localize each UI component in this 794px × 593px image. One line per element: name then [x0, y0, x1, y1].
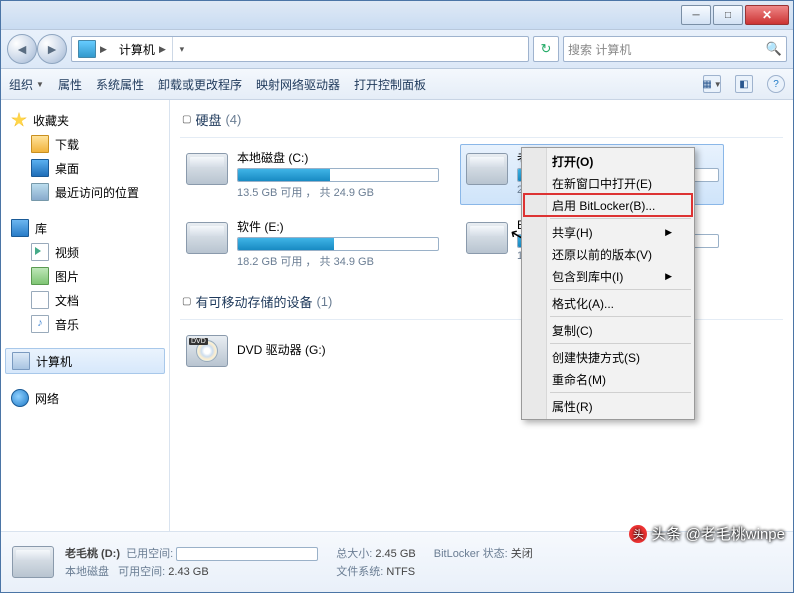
minimize-button[interactable]: ─ — [681, 5, 711, 25]
toolbar-organize[interactable]: 组织▼ — [9, 76, 44, 93]
details-title: 老毛桃 (D:) — [65, 548, 120, 560]
toolbar-control-panel[interactable]: 打开控制面板 — [354, 76, 426, 93]
collapse-icon: ▢ — [182, 296, 191, 307]
sidebar-desktop[interactable]: 桌面 — [1, 156, 169, 180]
sidebar-libraries[interactable]: 库 — [1, 216, 169, 240]
ctx-properties[interactable]: 属性(R) — [524, 395, 692, 417]
computer-icon — [12, 352, 30, 370]
document-icon — [31, 291, 49, 309]
close-button[interactable]: ✕ — [745, 5, 789, 25]
content-pane: ▢ 硬盘 (4) 本地磁盘 (C:) 13.5 GB 可用 ， 共 24.9 G… — [170, 100, 793, 531]
drive-label: 本地磁盘 (C:) — [237, 149, 439, 168]
search-icon: 🔍 — [766, 41, 782, 57]
drive-subtext: 18.2 GB 可用 ， 共 34.9 GB — [237, 253, 439, 269]
toolbar-properties[interactable]: 属性 — [58, 76, 82, 93]
refresh-button[interactable]: ↻ — [533, 36, 559, 62]
hdd-icon — [466, 222, 508, 254]
ctx-restore-versions[interactable]: 还原以前的版本(V) — [524, 243, 692, 265]
ctx-include-library[interactable]: 包含到库中(I)▶ — [524, 265, 692, 287]
help-button[interactable]: ? — [767, 75, 785, 93]
hdd-icon — [186, 153, 228, 185]
video-icon — [31, 243, 49, 261]
network-icon — [11, 389, 29, 407]
explorer-window: ─ □ ✕ ◄ ► ▶ 计算机▶ ▾ ↻ 搜索 计算机 🔍 组织▼ 属性 系统属… — [0, 0, 794, 593]
hdd-icon — [186, 222, 228, 254]
sidebar-computer[interactable]: 计算机 — [5, 348, 165, 374]
submenu-arrow-icon: ▶ — [665, 227, 672, 238]
hdd-icon — [12, 546, 54, 578]
ctx-copy[interactable]: 复制(C) — [524, 319, 692, 341]
group-hard-drives[interactable]: ▢ 硬盘 (4) — [180, 106, 783, 138]
details-pane: 老毛桃 (D:) 已用空间: 本地磁盘 可用空间: 2.43 GB 总大小: 2… — [1, 531, 793, 592]
view-options-button[interactable]: ▦▼ — [703, 75, 721, 93]
picture-icon — [31, 267, 49, 285]
sidebar-favorites[interactable]: 收藏夹 — [1, 108, 169, 132]
usage-bar — [237, 237, 439, 251]
drive-c[interactable]: 本地磁盘 (C:) 13.5 GB 可用 ， 共 24.9 GB — [180, 144, 444, 205]
search-placeholder: 搜索 计算机 — [568, 41, 631, 58]
sidebar-pictures[interactable]: 图片 — [1, 264, 169, 288]
toolbar: 组织▼ 属性 系统属性 卸载或更改程序 映射网络驱动器 打开控制面板 ▦▼ ◧ … — [1, 69, 793, 100]
sidebar-music[interactable]: ♪音乐 — [1, 312, 169, 336]
ctx-format[interactable]: 格式化(A)... — [524, 292, 692, 314]
collapse-icon: ▢ — [182, 114, 191, 125]
toolbar-sys-properties[interactable]: 系统属性 — [96, 76, 144, 93]
sidebar-network[interactable]: 网络 — [1, 386, 169, 410]
drive-subtext: 13.5 GB 可用 ， 共 24.9 GB — [237, 184, 439, 200]
sidebar-documents[interactable]: 文档 — [1, 288, 169, 312]
context-menu: 打开(O) 在新窗口中打开(E) 启用 BitLocker(B)... 共享(H… — [521, 147, 695, 420]
submenu-arrow-icon: ▶ — [665, 271, 672, 282]
library-icon — [11, 219, 29, 237]
breadcrumb-label: 计算机 — [119, 41, 155, 58]
titlebar: ─ □ ✕ — [1, 1, 793, 30]
preview-pane-button[interactable]: ◧ — [735, 75, 753, 93]
dvd-icon: DVD — [186, 335, 228, 367]
back-button[interactable]: ◄ — [7, 34, 37, 64]
drive-e[interactable]: 软件 (E:) 18.2 GB 可用 ， 共 34.9 GB — [180, 213, 444, 274]
download-icon — [31, 135, 49, 153]
details-subtitle: 本地磁盘 — [65, 566, 109, 578]
breadcrumb-dropdown[interactable]: ▾ — [172, 37, 191, 61]
toolbar-uninstall[interactable]: 卸载或更改程序 — [158, 76, 242, 93]
search-input[interactable]: 搜索 计算机 🔍 — [563, 36, 787, 62]
sidebar-downloads[interactable]: 下载 — [1, 132, 169, 156]
toolbar-map-drive[interactable]: 映射网络驱动器 — [256, 76, 340, 93]
ctx-open-new-window[interactable]: 在新窗口中打开(E) — [524, 172, 692, 194]
drive-label: 软件 (E:) — [237, 218, 439, 237]
recent-icon — [31, 183, 49, 201]
maximize-button[interactable]: □ — [713, 5, 743, 25]
forward-button[interactable]: ► — [37, 34, 67, 64]
breadcrumb[interactable]: ▶ 计算机▶ ▾ — [71, 36, 529, 62]
ctx-create-shortcut[interactable]: 创建快捷方式(S) — [524, 346, 692, 368]
sidebar-recent[interactable]: 最近访问的位置 — [1, 180, 169, 204]
desktop-icon — [31, 159, 49, 177]
sidebar-videos[interactable]: 视频 — [1, 240, 169, 264]
hdd-icon — [466, 153, 508, 185]
ctx-enable-bitlocker[interactable]: 启用 BitLocker(B)... — [524, 194, 692, 216]
computer-icon — [78, 40, 96, 58]
drive-g[interactable]: DVD DVD 驱动器 (G:) — [180, 326, 444, 376]
nav-row: ◄ ► ▶ 计算机▶ ▾ ↻ 搜索 计算机 🔍 — [1, 30, 793, 69]
usage-bar — [237, 168, 439, 182]
music-icon: ♪ — [31, 315, 49, 333]
sidebar: 收藏夹 下载 桌面 最近访问的位置 库 视频 图片 文档 ♪音乐 计算机 网络 — [1, 100, 170, 531]
star-icon — [11, 112, 27, 128]
ctx-rename[interactable]: 重命名(M) — [524, 368, 692, 390]
ctx-open[interactable]: 打开(O) — [524, 150, 692, 172]
drive-label: DVD 驱动器 (G:) — [237, 341, 439, 360]
ctx-share[interactable]: 共享(H)▶ — [524, 221, 692, 243]
details-usage-bar — [176, 547, 318, 561]
